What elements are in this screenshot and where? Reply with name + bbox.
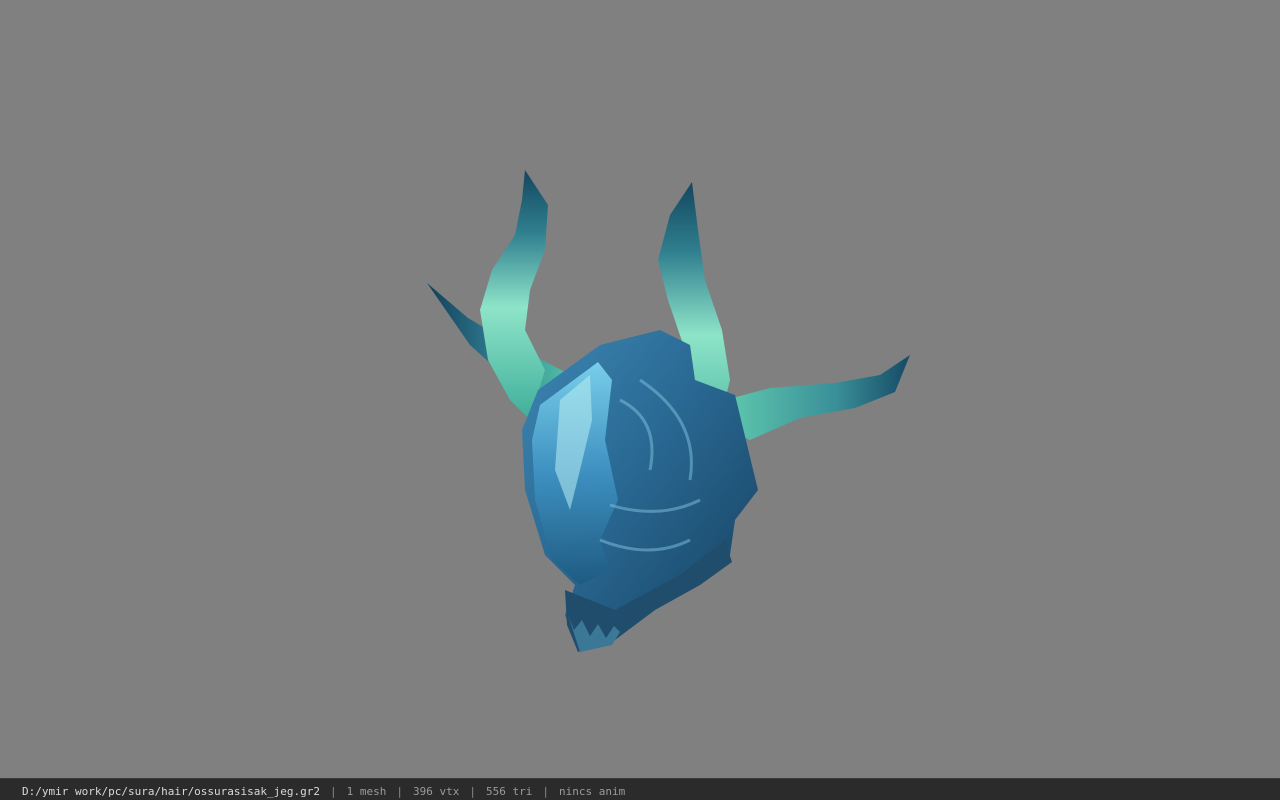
triangle-count: 556 tri [486,785,533,798]
status-separator: | [396,785,404,798]
status-separator: | [469,785,476,798]
horned-helmet-model [427,170,910,652]
status-separator: | [330,785,337,798]
status-separator: | [542,785,549,798]
right-side-horn [725,355,910,440]
animation-status: nincs anim [558,785,626,798]
status-bar: D:/ymir work/pc/sura/hair/ossurasisak_je… [0,778,1280,800]
left-main-horn [480,170,548,420]
3d-viewport[interactable] [0,0,1280,778]
vertex-count: 396 vtx [413,785,460,798]
mesh-count: 1 mesh [346,785,387,798]
file-path: D:/ymir work/pc/sura/hair/ossurasisak_je… [22,785,321,798]
